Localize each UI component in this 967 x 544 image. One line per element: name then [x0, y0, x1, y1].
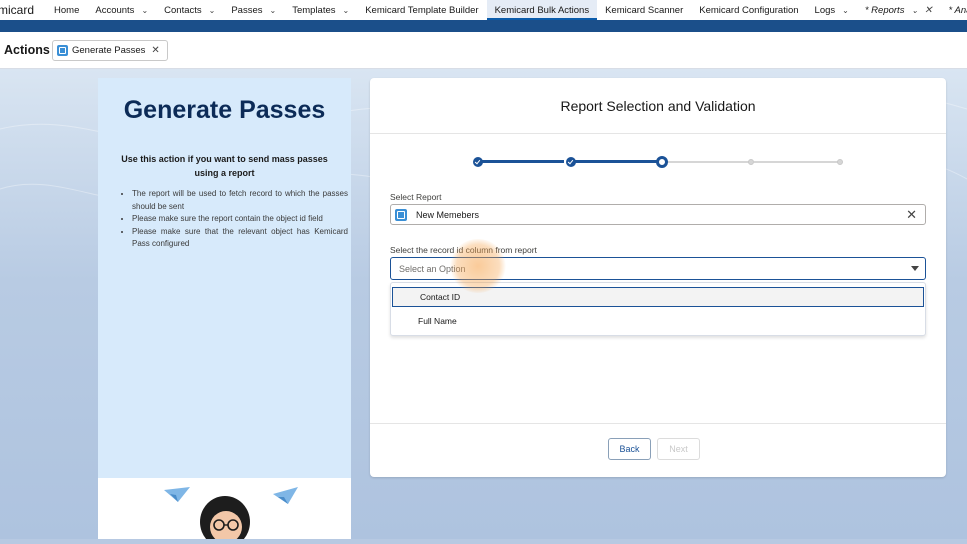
nav-item-configuration[interactable]: Kemicard Configuration — [691, 0, 806, 20]
progress-line-complete — [571, 160, 657, 163]
progress-line-incomplete — [664, 161, 750, 163]
back-button[interactable]: Back — [608, 438, 651, 460]
progress-step-current[interactable] — [656, 156, 668, 168]
progress-line-complete — [478, 160, 564, 163]
nav-item-logs[interactable]: Logs ⌄ — [807, 0, 857, 20]
chevron-down-icon[interactable]: ⌄ — [842, 6, 849, 15]
progress-step-complete[interactable] — [566, 157, 576, 167]
progress-line-incomplete — [754, 161, 840, 163]
combobox-placeholder: Select an Option — [399, 263, 466, 274]
info-panel-title: Generate Passes — [123, 96, 326, 124]
tab-section-title: Actions — [4, 43, 50, 57]
report-icon — [395, 208, 407, 221]
close-icon[interactable]: ✕ — [924, 5, 932, 16]
selected-report-value: New Memebers — [416, 209, 480, 220]
progress-step-incomplete[interactable] — [748, 159, 754, 165]
app-name: micard — [0, 3, 35, 17]
next-button[interactable]: Next — [657, 438, 700, 460]
report-lookup[interactable]: New Memebers ✕ — [390, 204, 926, 225]
nav-item-scanner[interactable]: Kemicard Scanner — [597, 0, 691, 20]
list-item: The report will be used to fetch record … — [132, 188, 348, 213]
nav-item-contacts[interactable]: Contacts ⌄ — [156, 0, 223, 20]
info-panel: Generate Passes Use this action if you w… — [98, 78, 351, 478]
chevron-down-icon[interactable]: ⌄ — [343, 6, 350, 15]
info-panel-list: The report will be used to fetch record … — [118, 188, 348, 251]
lightning-component-icon — [57, 45, 68, 56]
nav-item-analytics[interactable]: * Ana — [941, 0, 967, 20]
close-icon[interactable]: ✕ — [151, 45, 159, 56]
info-panel-subtitle: Use this action if you want to send mass… — [121, 154, 328, 178]
illustration — [98, 478, 351, 544]
nav-item-template-builder[interactable]: Kemicard Template Builder — [357, 0, 486, 20]
chevron-down-icon[interactable]: ⌄ — [270, 6, 277, 15]
nav-item-bulk-actions[interactable]: Kemicard Bulk Actions — [486, 0, 598, 20]
footer-divider — [370, 423, 946, 424]
dropdown-arrow-icon[interactable] — [911, 266, 919, 271]
select-report-label: Select Report — [390, 192, 442, 202]
combobox-listbox: Contact ID Full Name — [390, 282, 926, 336]
person-with-paper-planes-illustration — [164, 487, 298, 544]
nav-item-templates[interactable]: Templates ⌄ — [284, 0, 357, 20]
list-item: Please make sure that the relevant objec… — [132, 226, 348, 251]
progress-step-incomplete[interactable] — [837, 159, 843, 165]
tab-label: Generate Passes — [72, 45, 146, 56]
chevron-down-icon[interactable]: ⌄ — [141, 6, 148, 15]
nav-item-reports[interactable]: * Reports ⌄ ✕ — [857, 0, 941, 20]
record-id-label: Select the record id column from report — [390, 245, 537, 255]
global-nav-bar: micard Home Accounts ⌄ Contacts ⌄ Passes ⌄ … — [0, 0, 967, 20]
workspace-tab-bar: Actions Generate Passes ✕ — [0, 32, 967, 69]
record-id-combobox[interactable]: Select an Option — [390, 257, 926, 280]
wizard-card: Report Selection and Validation Select R… — [370, 78, 946, 477]
clear-selection-icon[interactable]: ✕ — [906, 208, 917, 221]
wizard-title: Report Selection and Validation — [560, 98, 756, 114]
header-divider — [370, 133, 946, 134]
tab-generate-passes[interactable]: Generate Passes ✕ — [52, 40, 168, 61]
chevron-down-icon[interactable]: ⌄ — [209, 6, 216, 15]
nav-item-home[interactable]: Home — [46, 0, 87, 20]
nav-item-passes[interactable]: Passes ⌄ — [223, 0, 284, 20]
brand-bar — [0, 20, 967, 32]
chevron-down-icon[interactable]: ⌄ — [911, 6, 918, 15]
progress-step-complete[interactable] — [473, 157, 483, 167]
option-contact-id[interactable]: Contact ID — [392, 287, 924, 307]
list-item: Please make sure the report contain the … — [132, 213, 348, 226]
nav-item-accounts[interactable]: Accounts ⌄ — [87, 0, 156, 20]
option-full-name[interactable]: Full Name — [391, 311, 925, 331]
